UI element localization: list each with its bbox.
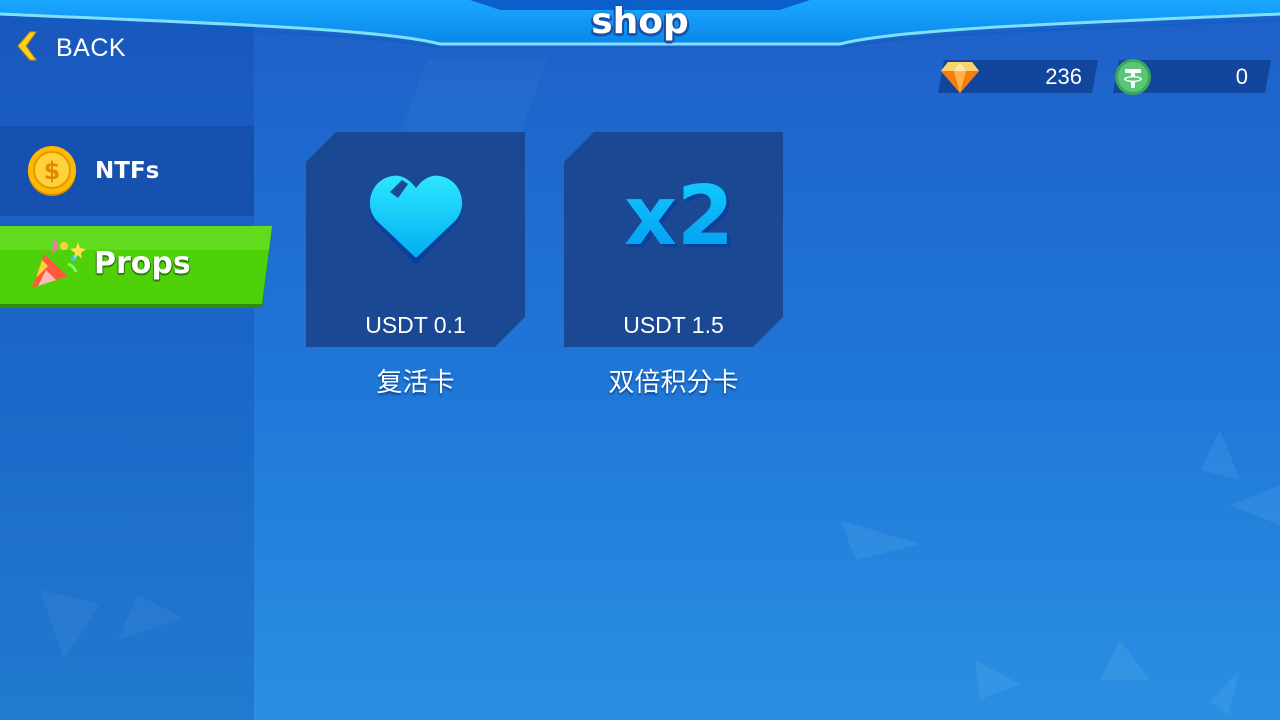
- background-shard: [1200, 430, 1240, 480]
- background-shard: [1210, 670, 1240, 715]
- sidebar-item-label: Props: [94, 246, 191, 281]
- x2-multiplier-icon: x2 x2: [624, 154, 734, 259]
- page-title: shop: [591, 1, 689, 42]
- heart-icon: [368, 172, 464, 269]
- shop-item-name: 双倍积分卡: [608, 368, 739, 398]
- background-shard: [840, 520, 920, 560]
- shop-item-card-double-score[interactable]: x2 x2 USDT 1.5: [564, 132, 783, 347]
- background-shard: [975, 660, 1020, 700]
- usdt-coin-icon: [1114, 58, 1152, 101]
- chevron-left-icon: [14, 30, 38, 67]
- party-popper-icon: [28, 236, 86, 297]
- category-sidebar: [0, 0, 254, 720]
- usdt-count: 0: [1235, 64, 1248, 89]
- sidebar-item-props[interactable]: Props: [0, 226, 272, 308]
- sidebar-item-label: NTFs: [95, 158, 160, 184]
- background-shard: [1230, 485, 1280, 525]
- background-shard: [1100, 640, 1150, 680]
- gold-coin-icon: $: [26, 145, 78, 202]
- back-button[interactable]: BACK: [14, 30, 126, 66]
- diamond-icon: [940, 58, 980, 99]
- shop-item-name: 复活卡: [376, 368, 455, 398]
- sidebar-item-ntfs[interactable]: $ NTFs: [0, 126, 254, 216]
- shop-item-card-revive[interactable]: USDT 0.1: [306, 132, 525, 347]
- svg-text:x2: x2: [624, 169, 734, 254]
- diamond-count: 236: [1045, 64, 1082, 89]
- shop-item-price: USDT 0.1: [365, 312, 466, 338]
- shop-item-price: USDT 1.5: [623, 312, 724, 338]
- svg-text:$: $: [44, 157, 61, 185]
- back-label: BACK: [56, 33, 127, 62]
